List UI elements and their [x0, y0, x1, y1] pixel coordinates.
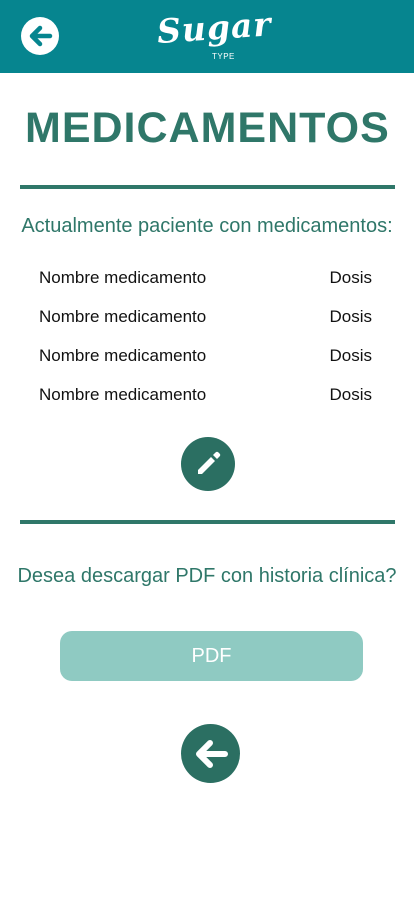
back-button-bottom[interactable] — [181, 724, 240, 783]
medication-row: Nombre medicamento Dosis — [39, 383, 372, 422]
page-title: MEDICAMENTOS — [25, 104, 390, 152]
medication-name: Nombre medicamento — [39, 307, 207, 326]
medication-dose: Dosis — [329, 268, 372, 287]
medication-dose: Dosis — [329, 346, 372, 365]
download-pdf-button[interactable]: PDF — [60, 631, 363, 681]
medication-dose: Dosis — [329, 385, 372, 404]
medications-heading: Actualmente paciente con medicamentos: — [21, 215, 393, 237]
arrow-left-icon — [29, 25, 53, 47]
medication-name: Nombre medicamento — [39, 268, 207, 287]
medication-name: Nombre medicamento — [39, 385, 207, 404]
logo-wordmark: Sugar — [155, 4, 273, 52]
medication-row: Nombre medicamento Dosis — [39, 266, 372, 305]
divider-bottom — [20, 520, 395, 524]
app-logo: Sugar TYPE — [155, 4, 273, 64]
medication-dose: Dosis — [329, 307, 372, 326]
medication-row: Nombre medicamento Dosis — [39, 344, 372, 383]
arrow-left-icon — [195, 739, 228, 768]
medication-row: Nombre medicamento Dosis — [39, 305, 372, 344]
pencil-icon — [198, 451, 221, 474]
back-button[interactable] — [21, 17, 59, 55]
pdf-question: Desea descargar PDF con historia clínica… — [17, 565, 397, 587]
logo-subtext: TYPE — [212, 52, 235, 61]
edit-medications-button[interactable] — [181, 437, 235, 491]
medication-name: Nombre medicamento — [39, 346, 207, 365]
divider-top — [20, 185, 395, 189]
medication-list: Nombre medicamento Dosis Nombre medicame… — [39, 266, 372, 422]
app-header: Sugar TYPE — [0, 0, 414, 73]
